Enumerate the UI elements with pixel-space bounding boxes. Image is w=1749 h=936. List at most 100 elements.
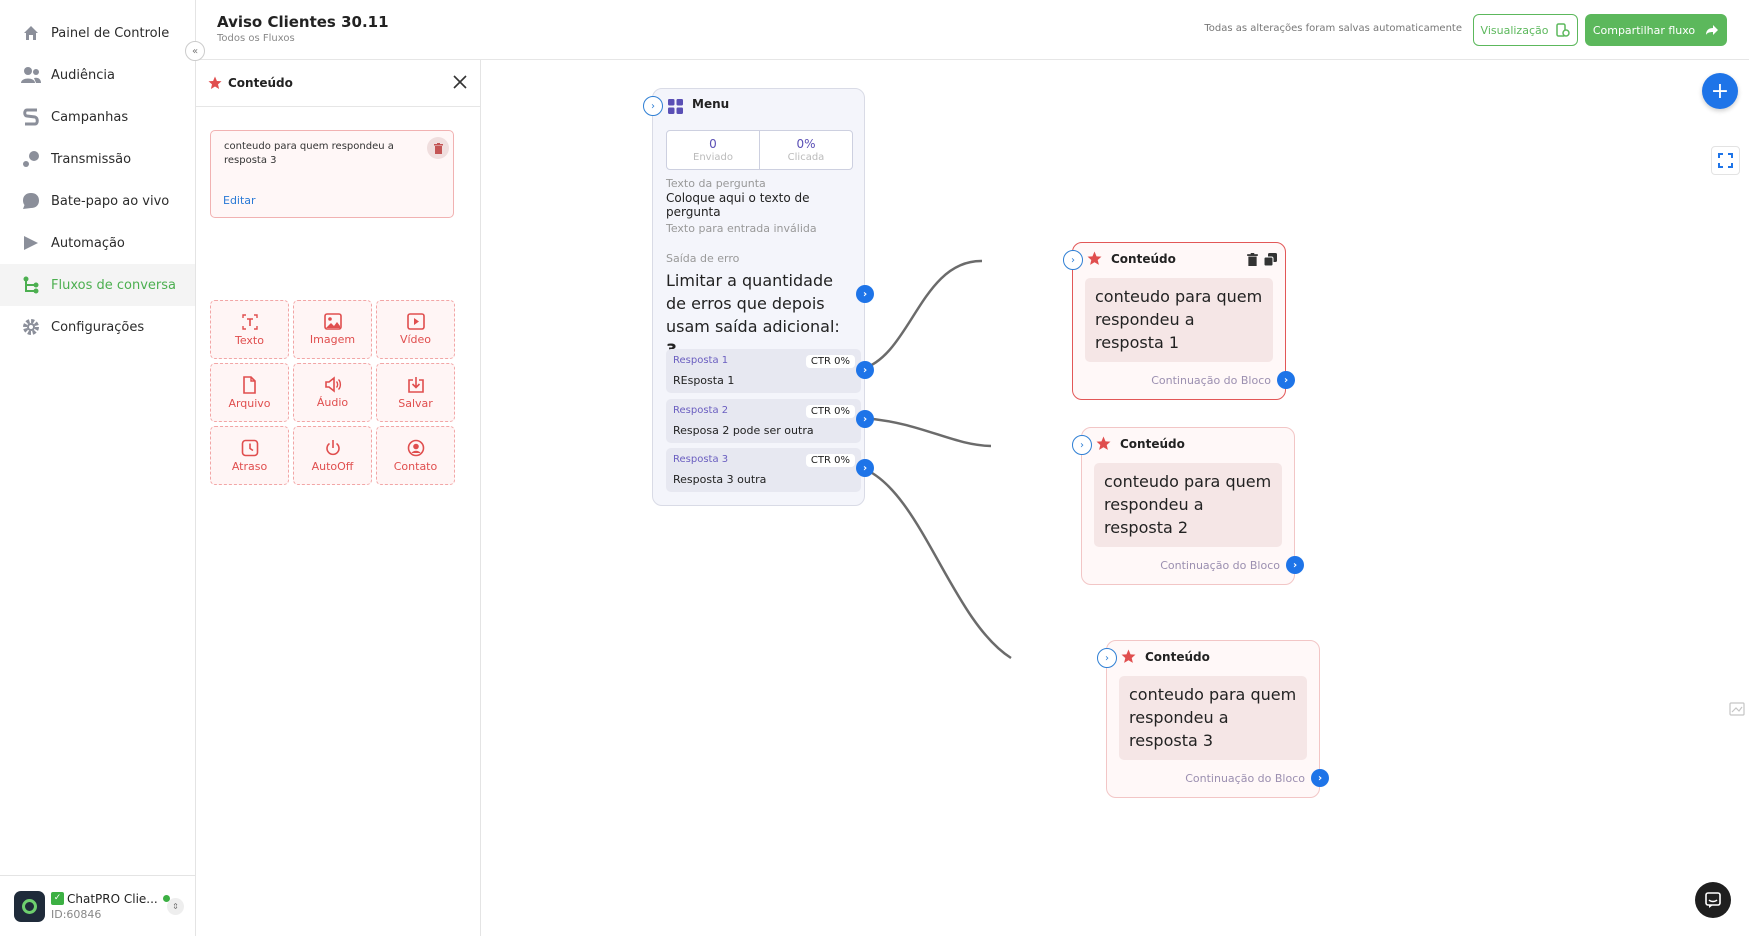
fit-view-button[interactable] [1711,146,1740,175]
audio-icon [324,376,341,393]
answer-text: Resposta 3 outra [673,473,767,486]
continuation-output-port[interactable]: › [1311,769,1329,787]
answer-label: Resposta 2 [673,405,729,416]
tool-texto[interactable]: Texto [210,300,289,359]
preview-button[interactable]: Visualização [1473,14,1578,46]
sidebar: Painel de Controle Audiência Campanhas T… [0,0,196,936]
sidebar-item-label: Bate-papo ao vivo [51,193,170,209]
answer-text: REsposta 1 [673,374,735,387]
save-status: Todas as alterações foram salvas automat… [1204,23,1462,34]
clicked-label: Clicada [787,152,825,163]
content-node-text: conteudo para quem respondeu a resposta … [1119,676,1307,760]
home-icon [20,22,42,44]
tool-audio[interactable]: Áudio [293,363,372,422]
star-icon [208,76,222,89]
message-card[interactable]: conteudo para quem respondeu a resposta … [210,130,454,218]
trash-icon [433,142,443,154]
answer-row[interactable]: Resposta 1 CTR 0% REsposta 1 [666,349,861,393]
continuation-label: Continuação do Bloco [1185,772,1305,785]
continuation-output-port[interactable]: › [1277,371,1295,389]
content-node[interactable]: › Conteúdo conteudo para quem respondeu … [1097,640,1329,798]
input-port[interactable]: › [1072,435,1092,455]
page-title: Aviso Clientes 30.11 [217,13,389,31]
sidebar-item-bate-papo[interactable]: Bate-papo ao vivo [0,180,195,222]
check-icon: ✓ [51,892,64,905]
answer-row[interactable]: Resposta 3 CTR 0% Resposta 3 outra [666,448,861,492]
tool-atraso[interactable]: Atraso [210,426,289,485]
tool-label: Salvar [398,396,433,410]
menu-node-title: Menu [692,97,730,111]
tool-video[interactable]: Vídeo [376,300,455,359]
answer-row[interactable]: Resposta 2 CTR 0% Resposa 2 pode ser out… [666,399,861,443]
sidebar-item-label: Transmissão [51,151,132,167]
error-limit-text: Limitar a quantidade de erros que depois… [666,269,856,361]
chevron-up-down-icon[interactable]: ⇕ [167,897,184,915]
answer-output-port[interactable]: › [856,361,874,379]
gear-icon [20,316,42,338]
input-port[interactable]: › [1063,250,1083,270]
content-tools-grid: Texto Imagem Vídeo Arquivo Áudio Salvar … [210,300,462,485]
sidebar-item-configuracoes[interactable]: Configurações [0,306,195,348]
tool-imagem[interactable]: Imagem [293,300,372,359]
support-chat-button[interactable] [1695,882,1731,918]
tool-label: Áudio [316,396,349,409]
ctr-badge: CTR 0% [805,454,855,467]
duplicate-icon[interactable] [1264,253,1277,266]
broadcast-icon [20,148,42,170]
sidebar-item-audiencia[interactable]: Audiência [0,54,195,96]
add-block-button[interactable]: + [1702,73,1738,109]
sidebar-item-automacao[interactable]: Automação [0,222,195,264]
collapse-sidebar-button[interactable]: « [185,41,205,61]
input-port[interactable]: › [643,96,663,116]
tool-contato[interactable]: Contato [376,426,455,485]
users-icon [20,64,42,86]
sidebar-item-label: Automação [51,235,125,251]
chat-icon [1705,892,1721,908]
preview-phone-icon [1556,22,1571,37]
menu-stats: 0 Enviado 0% Clicada [666,130,853,170]
continuation-output-port[interactable]: › [1286,556,1304,574]
image-icon [323,313,342,330]
breadcrumb-all-flows[interactable]: Todos os Fluxos [217,33,295,44]
invalid-input-label: Texto para entrada inválida [666,222,817,235]
answer-label: Resposta 3 [673,454,729,465]
share-flow-button[interactable]: Compartilhar fluxo [1585,14,1727,46]
chat-bubble-icon [20,190,42,212]
tool-arquivo[interactable]: Arquivo [210,363,289,422]
account-switcher[interactable]: ✓ ChatPRO Clie... ID:60846 ⇕ [0,875,196,936]
campaign-icon [20,106,42,128]
account-id: ID:60846 [51,907,102,921]
sidebar-item-label: Audiência [51,67,115,83]
continuation-label: Continuação do Bloco [1160,559,1280,572]
file-icon [243,375,256,394]
video-icon [406,313,425,330]
tool-label: Atraso [231,459,268,473]
sent-value: 0 [709,137,717,151]
input-port[interactable]: › [1097,648,1117,668]
tool-salvar[interactable]: Salvar [376,363,455,422]
answer-output-port[interactable]: › [856,410,874,428]
menu-node[interactable]: › Menu 0 Enviado 0% Clicada Texto da pergu… [643,88,874,506]
content-node[interactable]: › Conteúdo conteudo para quem respondeu … [1072,427,1304,585]
error-output-port[interactable]: › [856,285,874,303]
delete-message-button[interactable] [427,137,449,159]
flow-canvas[interactable]: › Menu 0 Enviado 0% Clicada Texto da pergu… [481,60,1749,936]
sidebar-item-painel-de-controle[interactable]: Painel de Controle [0,12,195,54]
trash-icon[interactable] [1247,253,1258,266]
edit-message-link[interactable]: Editar [223,194,256,207]
sidebar-item-fluxos-de-conversa[interactable]: Fluxos de conversa [0,264,195,306]
content-node-title: Conteúdo [1145,650,1210,664]
connection-line [861,466,1012,660]
question-label: Texto da pergunta [666,177,766,190]
minimap-toggle-icon[interactable] [1729,702,1745,716]
star-icon [1121,649,1136,663]
close-icon[interactable] [452,74,468,90]
star-icon [1087,251,1102,265]
content-node[interactable]: › Conteúdo conteudo para quem respondeu … [1063,242,1295,400]
sidebar-item-transmissao[interactable]: Transmissão [0,138,195,180]
sidebar-item-label: Configurações [51,319,145,335]
tool-autooff[interactable]: AutoOff [293,426,372,485]
answer-output-port[interactable]: › [856,459,874,477]
sidebar-item-campanhas[interactable]: Campanhas [0,96,195,138]
clicked-value: 0% [796,137,816,151]
